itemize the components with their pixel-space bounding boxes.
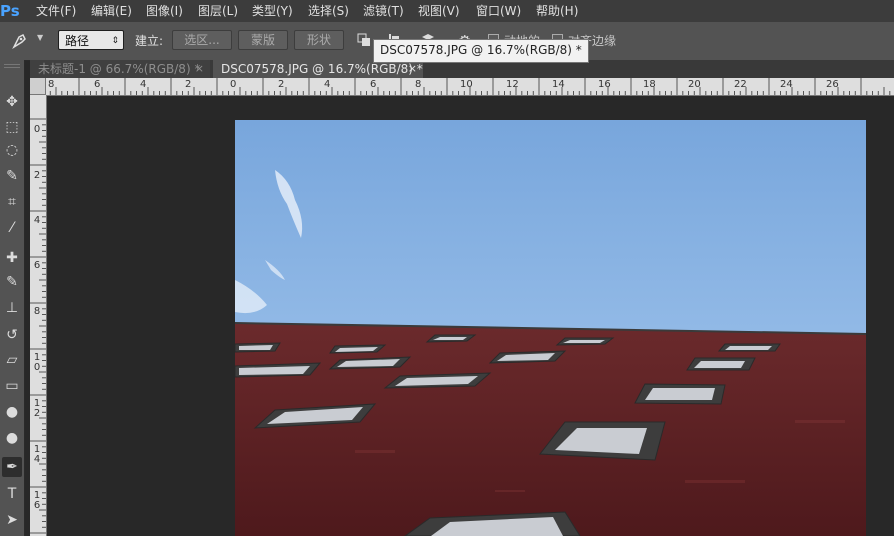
gradient-icon[interactable]: ▭ [2, 376, 22, 396]
ruler-label: 12 [506, 79, 519, 90]
ruler-label: 10 [460, 79, 473, 90]
horizontal-ruler[interactable]: 8 6 4 2 0 2 4 6 8 10 12 14 16 18 20 22 24 26 [30, 78, 894, 96]
path-operations-icon[interactable] [356, 32, 372, 48]
chevron-updown-icon: ⇕ [111, 36, 119, 46]
ruler-label: 2 [185, 79, 192, 90]
ruler-label: 22 [734, 79, 747, 90]
menu-help[interactable]: 帮助(H) [536, 0, 578, 22]
chevron-down-icon[interactable]: ▼ [37, 33, 43, 42]
ruler-label: 2 [278, 79, 285, 90]
make-selection-button[interactable]: 选区... [172, 30, 232, 50]
eraser-icon[interactable]: ▱ [2, 350, 22, 370]
menu-file[interactable]: 文件(F) [36, 0, 76, 22]
path-select-icon[interactable]: ➤ [2, 510, 22, 530]
ruler-label: 6 [33, 260, 41, 271]
dodge-icon[interactable]: ● [2, 428, 22, 448]
tab-tooltip: DSC07578.JPG @ 16.7%(RGB/8) * [373, 39, 589, 63]
path-mode-select[interactable]: 路径 ⇕ [58, 30, 124, 50]
ruler-label: 0 [33, 124, 41, 135]
ruler-label: 1 2 [33, 398, 41, 419]
pen-icon[interactable] [10, 31, 32, 49]
ruler-label: 0 [230, 79, 237, 90]
menu-window[interactable]: 窗口(W) [476, 0, 521, 22]
path-mode-value: 路径 [65, 34, 90, 48]
menu-filter[interactable]: 滤镜(T) [363, 0, 404, 22]
building-photo [235, 120, 866, 536]
ruler-label: 6 [370, 79, 377, 90]
pen-icon[interactable]: ✒ [2, 457, 22, 477]
ruler-label: 20 [688, 79, 701, 90]
menu-type[interactable]: 类型(Y) [252, 0, 293, 22]
ruler-label: 4 [33, 215, 41, 226]
ruler-label: 6 [94, 79, 101, 90]
stamp-icon[interactable]: ⊥ [2, 298, 22, 318]
menu-bar: Ps 文件(F) 编辑(E) 图像(I) 图层(L) 类型(Y) 选择(S) 滤… [0, 0, 894, 22]
tab-untitled[interactable]: 未标题-1 @ 66.7%(RGB/8) * × [30, 60, 210, 78]
menu-image[interactable]: 图像(I) [146, 0, 183, 22]
crop-icon[interactable]: ⌗ [2, 192, 22, 212]
move-icon[interactable]: ✥ [2, 92, 22, 112]
blur-icon[interactable]: ● [2, 402, 22, 422]
brush-icon[interactable]: ✎ [2, 272, 22, 292]
ruler-label: 4 [140, 79, 147, 90]
make-shape-button[interactable]: 形状 [294, 30, 344, 50]
vertical-ruler[interactable]: 0 2 4 6 8 1 0 1 2 1 4 1 6 [30, 95, 47, 536]
document-image[interactable] [235, 120, 866, 536]
ruler-label: 1 6 [33, 490, 41, 511]
ruler-label: 2 [33, 170, 41, 181]
make-mask-button[interactable]: 蒙版 [238, 30, 288, 50]
quick-select-icon[interactable]: ✎ [2, 166, 22, 186]
marquee-icon[interactable]: ⬚ [2, 117, 22, 137]
make-label: 建立: [135, 34, 164, 48]
ruler-label: 16 [598, 79, 611, 90]
tab-label: DSC07578.JPG @ 16.7%(RGB/8) * [221, 62, 423, 76]
ruler-label: 1 0 [33, 352, 41, 373]
ruler-label: 18 [643, 79, 656, 90]
ruler-label: 4 [324, 79, 331, 90]
app-logo: Ps [0, 2, 20, 20]
menu-layer[interactable]: 图层(L) [198, 0, 238, 22]
type-icon[interactable]: T [2, 484, 22, 504]
ruler-origin[interactable] [30, 78, 46, 95]
ruler-label: 1 4 [33, 444, 41, 465]
ruler-label: 8 [48, 79, 55, 90]
tools-panel: ✥ ⬚ ◌ ✎ ⌗ ⁄ ✚ ✎ ⊥ ↺ ▱ ▭ ● ● ✒ T ➤ [0, 60, 25, 536]
ruler-label: 24 [780, 79, 793, 90]
lasso-icon[interactable]: ◌ [2, 140, 22, 160]
history-brush-icon[interactable]: ↺ [2, 325, 22, 345]
healing-icon[interactable]: ✚ [2, 248, 22, 268]
ruler-label: 14 [552, 79, 565, 90]
tab-label: 未标题-1 @ 66.7%(RGB/8) * [38, 62, 201, 76]
eyedropper-icon[interactable]: ⁄ [2, 218, 22, 238]
menu-edit[interactable]: 编辑(E) [91, 0, 132, 22]
menu-view[interactable]: 视图(V) [418, 0, 460, 22]
panel-grip[interactable] [4, 64, 20, 68]
ruler-label: 26 [826, 79, 839, 90]
close-icon[interactable]: × [195, 60, 204, 78]
ruler-label: 8 [415, 79, 422, 90]
ruler-label: 8 [33, 306, 41, 317]
menu-select[interactable]: 选择(S) [308, 0, 349, 22]
